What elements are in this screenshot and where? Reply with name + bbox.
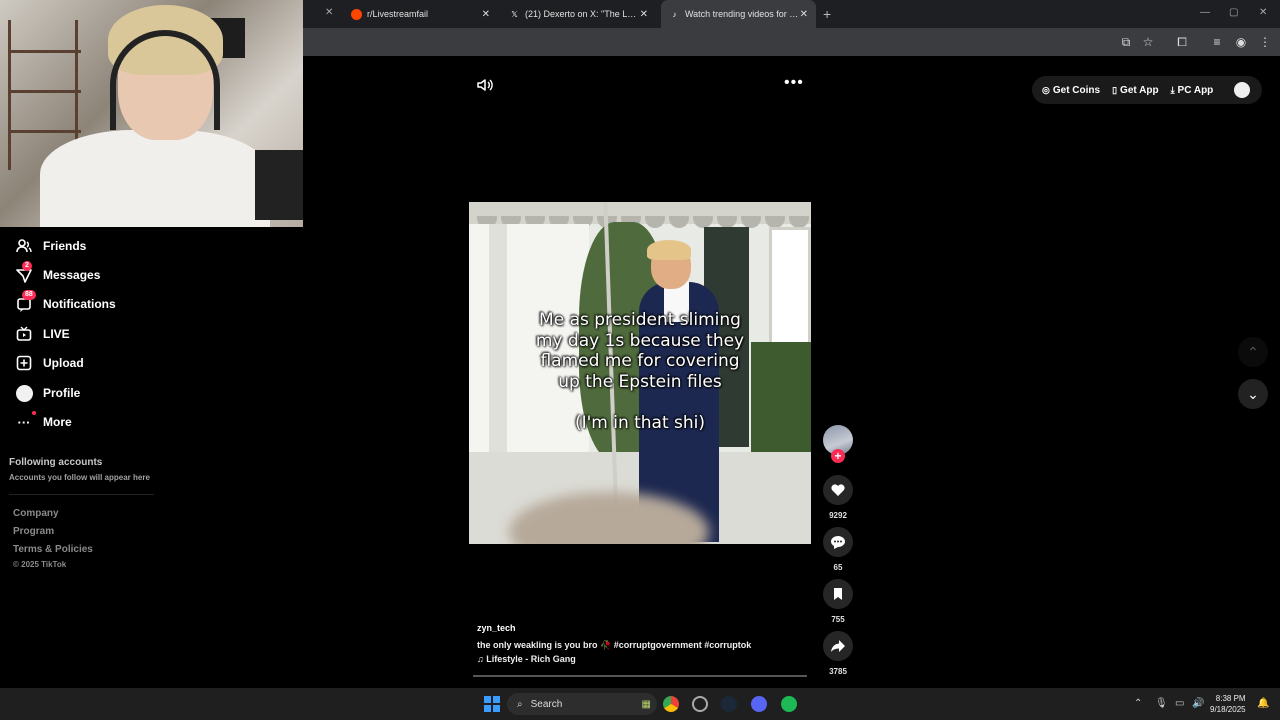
follow-button[interactable]: +	[831, 449, 845, 463]
sidebar-item-live[interactable]: LIVE	[15, 324, 70, 344]
footer-link-program[interactable]: Program	[13, 526, 54, 537]
windows-start-icon[interactable]	[484, 696, 500, 712]
share-icon	[831, 640, 845, 652]
messages-icon: 2	[15, 261, 33, 284]
sidebar-item-upload[interactable]: Upload	[15, 353, 84, 373]
hashtag-link[interactable]: #corruptok	[704, 640, 751, 650]
reddit-icon	[351, 8, 362, 20]
maximize-icon[interactable]: ▢	[1229, 7, 1238, 18]
taskbar-search[interactable]: ⌕ Search ▦	[507, 693, 657, 715]
profile-avatar-icon[interactable]: ◉	[1233, 34, 1249, 50]
discord-icon[interactable]	[751, 696, 767, 712]
user-avatar[interactable]	[1234, 82, 1250, 98]
get-app-button[interactable]: ▯ Get App	[1112, 85, 1158, 96]
coin-icon: ◎	[1042, 84, 1050, 95]
download-icon: ⤓	[1170, 84, 1175, 95]
steam-icon[interactable]	[721, 696, 737, 712]
video-caption: Me as president sliming my day 1s becaus…	[535, 310, 745, 392]
browser-tab-bar: ✕ r/Livestreamfail ✕ 𝕏 (21) Dexerto on X…	[303, 0, 1280, 28]
following-heading: Following accounts	[9, 457, 103, 468]
like-button[interactable]	[823, 475, 853, 505]
like-count: 9292	[829, 511, 847, 520]
footer-link-terms[interactable]: Terms & Policies	[13, 544, 93, 555]
close-icon[interactable]: ✕	[325, 7, 333, 18]
close-tab-icon[interactable]: ✕	[482, 9, 490, 20]
following-subtitle: Accounts you follow will appear here	[9, 473, 150, 482]
volume-icon[interactable]	[476, 76, 494, 94]
friends-icon	[15, 237, 33, 255]
system-clock[interactable]: 8:38 PM 9/18/2025	[1210, 693, 1246, 715]
microphone-icon[interactable]: 🎙	[1155, 698, 1168, 709]
tiktok-icon: ♪	[672, 9, 677, 19]
speaker-icon[interactable]: 🔊	[1192, 698, 1204, 709]
tab-x[interactable]: 𝕏 (21) Dexerto on X: "The LAPD h ✕	[501, 0, 656, 28]
extensions-icon[interactable]: ⧠	[1174, 34, 1190, 50]
screen: ✕ r/Livestreamfail ✕ 𝕏 (21) Dexerto on X…	[0, 0, 1280, 720]
comment-icon	[831, 536, 845, 549]
window-close-icon[interactable]: ✕	[1259, 7, 1267, 18]
upload-icon	[15, 354, 33, 372]
chevron-up-icon: ⌃	[1247, 344, 1259, 360]
close-tab-icon[interactable]: ✕	[640, 9, 648, 20]
search-icon: ⌕	[517, 698, 523, 710]
minimize-icon[interactable]: —	[1200, 7, 1210, 18]
messages-badge: 2	[22, 261, 32, 271]
sidebar-item-friends[interactable]: Friends	[15, 236, 86, 256]
spotify-icon[interactable]	[781, 696, 797, 712]
hashtag-link[interactable]: #corruptgovernment	[614, 640, 702, 650]
header-actions: ◎ Get Coins ▯ Get App ⤓ PC App	[1032, 76, 1262, 104]
sidebar-item-notifications[interactable]: 88 Notifications	[15, 290, 116, 314]
video-player[interactable]: Me as president sliming my day 1s becaus…	[469, 202, 811, 544]
sidebar-item-profile[interactable]: Profile	[15, 383, 80, 403]
menu-kebab-icon[interactable]: ⋮	[1257, 34, 1273, 50]
search-highlight-icon: ▦	[641, 698, 651, 710]
share-count: 3785	[829, 667, 847, 676]
phone-icon: ▯	[1112, 84, 1118, 95]
bookmark-icon	[834, 588, 842, 600]
browser-toolbar: ⧉ ☆ ⧠ ≡ ◉ ⋮	[303, 28, 1280, 56]
bookmark-star-icon[interactable]: ☆	[1140, 34, 1156, 50]
next-video-button[interactable]: ⌄	[1238, 379, 1268, 409]
profile-icon	[15, 384, 33, 402]
windows-taskbar: ⌕ Search ▦ ⌃ 🎙 ▭ 🔊 8:38 PM 9/18/2025 🔔	[0, 688, 1280, 720]
video-more-options-icon[interactable]: •••	[784, 74, 804, 92]
share-button[interactable]	[823, 631, 853, 661]
chevron-up-icon[interactable]: ⌃	[1134, 698, 1142, 709]
app-icon[interactable]	[692, 696, 708, 712]
save-button[interactable]	[823, 579, 853, 609]
tab-reddit[interactable]: r/Livestreamfail ✕	[343, 0, 498, 28]
video-progress-bar[interactable]	[473, 675, 807, 677]
sidebar-item-messages[interactable]: 2 Messages	[15, 261, 100, 285]
video-caption-secondary: (I'm in that shi)	[574, 413, 706, 433]
more-icon: ···	[15, 411, 36, 431]
webcam-overlay	[0, 0, 303, 227]
close-tab-icon[interactable]: ✕	[800, 9, 808, 20]
network-icon[interactable]: ▭	[1175, 698, 1184, 709]
x-icon: 𝕏	[511, 9, 518, 19]
comment-count: 65	[833, 563, 843, 572]
tab-tiktok[interactable]: ♪ Watch trending videos for you ✕	[661, 0, 816, 28]
install-icon[interactable]: ⧉	[1118, 34, 1134, 50]
live-icon	[15, 325, 33, 343]
video-description: the only weakling is you bro 🥀 #corruptg…	[477, 640, 752, 650]
get-coins-button[interactable]: ◎ Get Coins	[1042, 85, 1100, 96]
chrome-icon[interactable]	[663, 696, 679, 712]
video-username[interactable]: zyn_tech	[477, 623, 516, 633]
new-tab-button[interactable]: +	[823, 6, 831, 22]
pc-app-button[interactable]: ⤓ PC App	[1171, 85, 1214, 96]
heart-icon	[831, 484, 845, 496]
video-music[interactable]: ♫ Lifestyle - Rich Gang	[477, 654, 576, 664]
notifications-icon: 88	[15, 290, 36, 313]
copyright: © 2025 TikTok	[13, 560, 67, 569]
previous-video-button[interactable]: ⌃	[1238, 337, 1268, 367]
chevron-down-icon: ⌄	[1247, 386, 1259, 402]
footer-link-company[interactable]: Company	[13, 508, 59, 519]
save-count: 755	[831, 615, 845, 624]
media-icon[interactable]: ≡	[1209, 34, 1225, 50]
notification-bell-icon[interactable]: 🔔	[1257, 698, 1269, 709]
sidebar-divider	[9, 494, 154, 495]
sidebar-item-more[interactable]: ··· More	[15, 411, 72, 432]
comment-button[interactable]	[823, 527, 853, 557]
notifications-badge: 88	[22, 290, 36, 300]
